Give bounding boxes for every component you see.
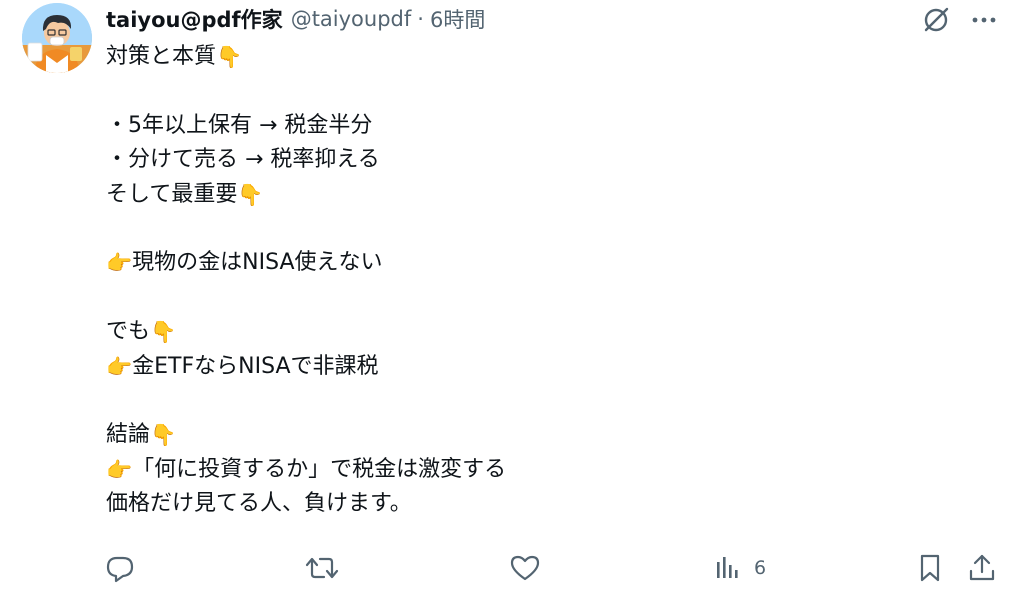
views-count: 6: [754, 557, 767, 579]
post-line-text: ・分けて売る → 税率抑える: [106, 147, 380, 173]
post-header: taiyou@pdf作家 @taiyoupdf · 6時間: [106, 2, 485, 36]
post-line: 結論👇: [106, 418, 986, 452]
post-line: そして最重要👇: [106, 178, 986, 212]
post-line-text: 「何に投資するか」で税金は激変する: [132, 456, 507, 482]
like-button[interactable]: [508, 548, 542, 588]
post-line: 👉金ETFならNISAで非課税: [106, 350, 986, 384]
post-line-blank: [106, 212, 986, 246]
post-body: 対策と本質👇 ・5年以上保有 → 税金半分 ・分けて売る → 税率抑える そして…: [106, 40, 986, 521]
point-down-emoji: 👇: [216, 45, 243, 69]
grok-button[interactable]: [918, 4, 954, 36]
post-line: でも👇: [106, 315, 986, 349]
post-line-text: 対策と本質: [106, 44, 217, 69]
post-card: taiyou@pdf作家 @taiyoupdf · 6時間 対策と本質👇 ・5年…: [0, 0, 1024, 604]
post-line-text: 価格だけ見てる人、負けます。: [106, 491, 412, 517]
more-options-button[interactable]: [964, 4, 1004, 36]
views-button[interactable]: 6: [714, 548, 766, 588]
post-line-text: 金ETFならNISAで非課税: [132, 353, 379, 379]
post-line: 対策と本質👇: [106, 40, 986, 74]
post-line-text: ・5年以上保有 → 税金半分: [106, 112, 373, 138]
share-button[interactable]: [966, 548, 998, 588]
post-timestamp[interactable]: 6時間: [430, 4, 485, 34]
share-upload-icon: [969, 554, 995, 581]
repost-arrows-icon: [305, 557, 339, 579]
point-right-emoji: 👉: [106, 354, 133, 379]
repost-button[interactable]: [304, 548, 340, 588]
point-right-emoji: 👉: [106, 251, 133, 276]
action-bar: 6: [0, 548, 1024, 588]
post-line: ・分けて売る → 税率抑える: [106, 143, 986, 177]
heart-icon: [510, 555, 540, 581]
more-dots-icon: [972, 17, 996, 23]
point-right-emoji: 👉: [106, 457, 133, 482]
bookmark-icon: [920, 554, 940, 582]
reply-button[interactable]: [104, 548, 136, 588]
reply-bubble-icon: [106, 556, 134, 583]
avatar[interactable]: [22, 3, 92, 73]
post-line: 👉現物の金はNISA使えない: [106, 246, 986, 280]
post-line: 価格だけ見てる人、負けます。: [106, 487, 986, 521]
post-line-text: そして最重要: [106, 181, 238, 207]
post-line-text: 現物の金はNISA使えない: [132, 250, 383, 276]
author-name[interactable]: taiyou@pdf作家: [106, 4, 283, 34]
post-line: ・5年以上保有 → 税金半分: [106, 109, 986, 143]
post-line-blank: [106, 384, 986, 418]
avatar-illustration: [22, 3, 92, 73]
separator-dot: ·: [417, 7, 424, 31]
post-line-blank: [106, 281, 986, 315]
post-line-text: 結論: [106, 422, 151, 448]
point-down-emoji: 👇: [237, 182, 264, 207]
post-line: 👉「何に投資するか」で税金は激変する: [106, 453, 986, 487]
point-down-emoji: 👇: [150, 423, 177, 448]
point-down-emoji: 👇: [150, 320, 177, 345]
post-line-blank: [106, 74, 986, 108]
post-line-text: でも: [106, 319, 151, 345]
bookmark-button[interactable]: [914, 548, 946, 588]
bar-chart-icon: [717, 557, 738, 578]
grok-slash-circle-icon: [924, 7, 949, 32]
author-handle[interactable]: @taiyoupdf: [291, 7, 412, 31]
